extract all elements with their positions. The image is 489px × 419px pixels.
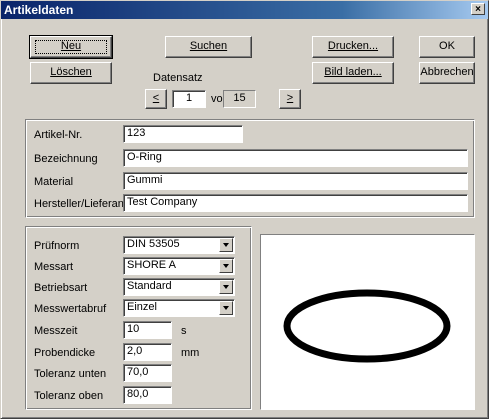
- load-image-button[interactable]: Bild laden...: [312, 62, 394, 84]
- measure-type-label: Messart: [34, 261, 74, 273]
- record-current-field[interactable]: 1: [172, 90, 206, 108]
- value-retrieval-label: Messwertabruf: [34, 303, 107, 315]
- artikeldaten-dialog: Artikeldaten × Neu Suchen Drucken... OK …: [0, 0, 489, 419]
- record-total: 15: [223, 90, 256, 108]
- tolerance-lower-field[interactable]: 70,0: [123, 364, 172, 382]
- test-standard-value: DIN 53505: [127, 238, 180, 250]
- record-label: Datensatz: [153, 72, 203, 84]
- chevron-right-icon: >: [286, 92, 294, 104]
- close-button[interactable]: ×: [471, 3, 485, 15]
- chevron-down-icon[interactable]: [219, 259, 233, 273]
- cancel-button-label: Abbrechen: [420, 66, 474, 78]
- manufacturer-field[interactable]: Test Company: [123, 194, 468, 212]
- test-standard-label: Prüfnorm: [34, 240, 80, 252]
- print-button[interactable]: Drucken...: [312, 36, 394, 58]
- new-button[interactable]: Neu: [29, 35, 113, 59]
- chevron-down-icon[interactable]: [219, 280, 233, 294]
- manufacturer-label: Hersteller/Lieferant: [34, 198, 127, 210]
- delete-button-label: Löschen: [50, 66, 92, 78]
- test-standard-select[interactable]: DIN 53505: [123, 236, 235, 254]
- operating-mode-value: Standard: [127, 280, 172, 292]
- value-retrieval-select[interactable]: Einzel: [123, 299, 235, 317]
- material-label: Material: [34, 176, 74, 188]
- material-field[interactable]: Gummi: [123, 172, 468, 190]
- measure-time-field[interactable]: 10: [123, 321, 172, 339]
- ok-button[interactable]: OK: [419, 36, 475, 58]
- window-title: Artikeldaten: [4, 3, 74, 17]
- measure-type-select[interactable]: SHORE A: [123, 257, 235, 275]
- focus-rect: [35, 40, 107, 54]
- search-button[interactable]: Suchen: [165, 36, 252, 58]
- sample-thickness-unit: mm: [181, 347, 200, 359]
- close-icon: ×: [475, 4, 481, 15]
- prev-record-button[interactable]: <: [145, 89, 167, 109]
- tolerance-lower-label: Toleranz unten: [34, 368, 107, 380]
- designation-label: Bezeichnung: [34, 153, 98, 165]
- designation-field[interactable]: O-Ring: [123, 149, 468, 167]
- operating-mode-label: Betriebsart: [34, 282, 88, 294]
- chevron-down-icon[interactable]: [219, 301, 233, 315]
- delete-button[interactable]: Löschen: [30, 62, 112, 84]
- o-ring-image: [283, 289, 451, 363]
- sample-thickness-label: Probendicke: [34, 347, 96, 359]
- chevron-down-icon[interactable]: [219, 238, 233, 252]
- measure-time-label: Messzeit: [34, 325, 78, 337]
- tolerance-upper-field[interactable]: 80,0: [123, 386, 172, 404]
- chevron-left-icon: <: [152, 92, 160, 104]
- search-button-label: Suchen: [189, 40, 228, 52]
- article-image-panel: [260, 234, 475, 410]
- ok-button-label: OK: [439, 40, 455, 52]
- title-bar[interactable]: Artikeldaten ×: [1, 1, 488, 19]
- print-button-label: Drucken...: [327, 40, 379, 52]
- measure-type-value: SHORE A: [127, 259, 176, 271]
- next-record-button[interactable]: >: [279, 89, 301, 109]
- load-image-button-label: Bild laden...: [324, 66, 382, 78]
- measure-time-unit: s: [181, 325, 187, 337]
- value-retrieval-value: Einzel: [127, 301, 157, 313]
- cancel-button[interactable]: Abbrechen: [419, 62, 475, 84]
- operating-mode-select[interactable]: Standard: [123, 278, 235, 296]
- tolerance-upper-label: Toleranz oben: [34, 390, 104, 402]
- sample-thickness-field[interactable]: 2,0: [123, 343, 172, 361]
- article-number-field[interactable]: 123: [123, 125, 243, 143]
- article-number-label: Artikel-Nr.: [34, 129, 83, 141]
